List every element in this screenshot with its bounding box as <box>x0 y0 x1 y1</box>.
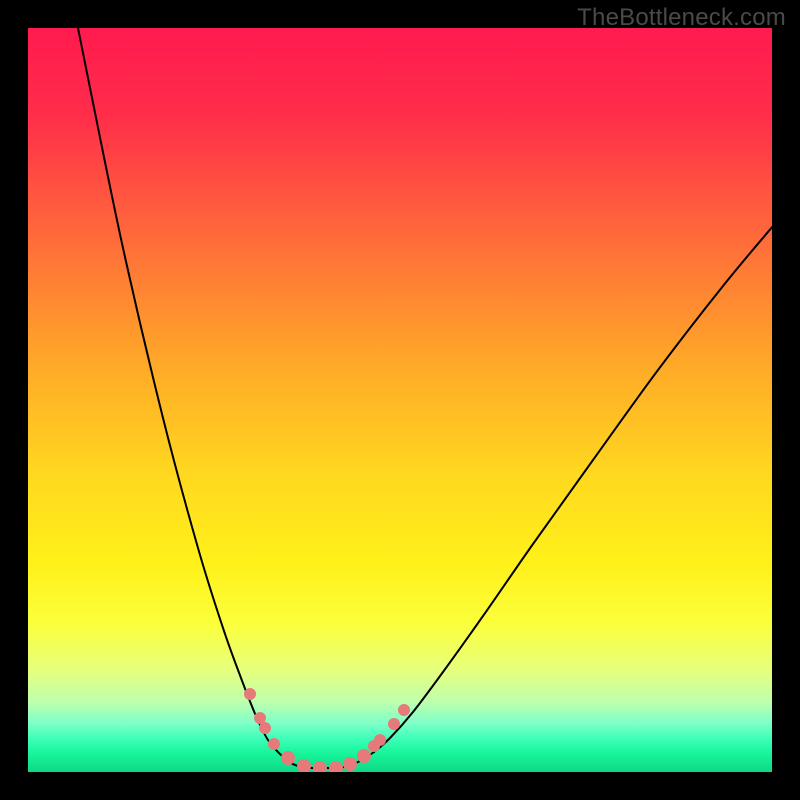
data-marker <box>398 704 410 716</box>
chart-frame <box>28 28 772 772</box>
data-marker <box>281 751 295 765</box>
data-marker <box>244 688 256 700</box>
watermark-text: TheBottleneck.com <box>577 4 786 32</box>
curve-right-curve <box>338 226 772 768</box>
data-marker <box>313 761 327 772</box>
data-marker <box>329 761 343 772</box>
data-marker <box>297 759 311 772</box>
data-marker <box>357 749 371 763</box>
data-marker <box>343 757 357 771</box>
data-marker <box>388 718 400 730</box>
data-marker <box>268 738 280 750</box>
chart-curves <box>28 28 772 772</box>
curve-left-curve <box>76 28 308 768</box>
data-marker <box>374 734 386 746</box>
data-marker <box>259 722 271 734</box>
